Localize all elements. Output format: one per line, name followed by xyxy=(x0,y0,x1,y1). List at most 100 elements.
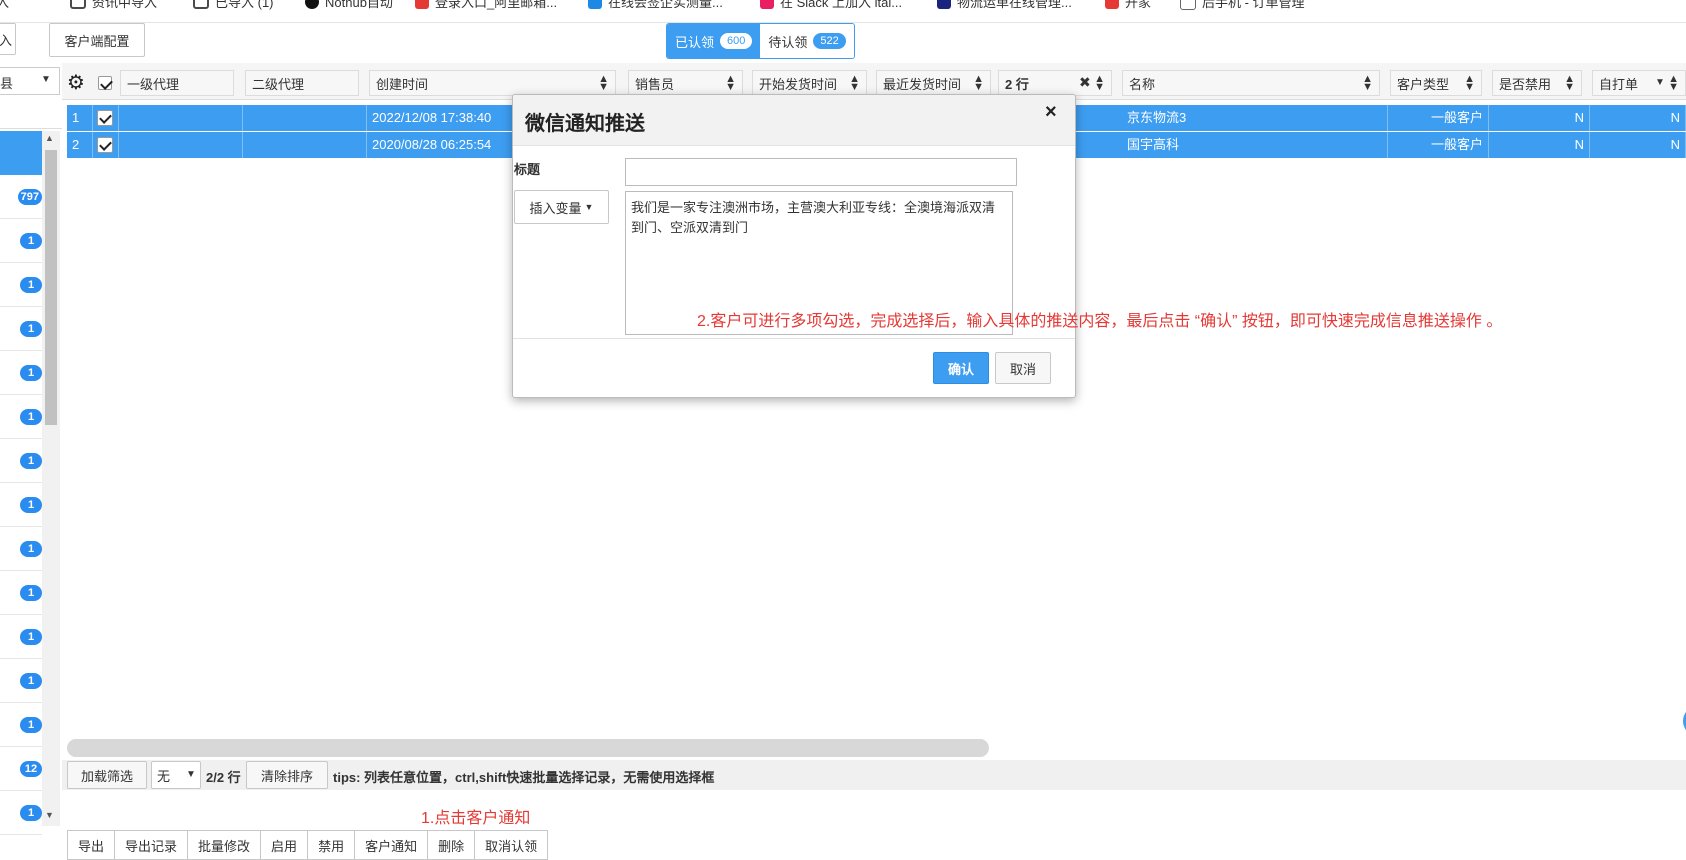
chevron-down-icon: ▼ xyxy=(41,74,51,85)
caret-down-icon: ▼ xyxy=(584,202,594,212)
row-index: 2 xyxy=(67,132,93,158)
left-scroll-thumb[interactable] xyxy=(45,150,57,425)
batch-edit-button[interactable]: 批量修改 xyxy=(187,830,261,860)
bookmark-item[interactable]: 在线会签企实测量... xyxy=(588,0,723,11)
folder-icon xyxy=(193,0,209,9)
sort-icon[interactable]: ▲ ▼ xyxy=(973,74,984,93)
sort-icon[interactable]: ▲ ▼ xyxy=(1464,74,1475,93)
bookmark-item[interactable]: 已导入 xyxy=(0,0,9,11)
cell-cust-type: 一般客户 xyxy=(1388,132,1489,158)
bookmark-item[interactable]: 已导入 (1) xyxy=(193,0,274,11)
left-list-item[interactable]: 797 xyxy=(0,175,42,219)
cell-name: 京东物流3 xyxy=(1122,105,1388,131)
sort-icon[interactable]: ▲ ▼ xyxy=(598,74,609,93)
left-item-selected[interactable] xyxy=(0,131,42,175)
bookmark-item[interactable]: 资讯中导入 xyxy=(70,0,157,11)
title-input[interactable] xyxy=(625,158,1017,186)
left-list-item[interactable]: 1 xyxy=(0,395,42,439)
left-list-item[interactable]: 1 xyxy=(0,703,42,747)
left-list-item[interactable]: 1 xyxy=(0,219,42,263)
clear-icon[interactable]: ✖ xyxy=(1079,74,1091,91)
left-list-item[interactable]: 1 xyxy=(0,791,42,835)
row-checkbox[interactable] xyxy=(93,105,119,131)
cancel-claim-button[interactable]: 取消认领 xyxy=(474,830,549,860)
bookmark-item[interactable]: 登录入口_阿里邮箱... xyxy=(415,0,557,11)
export-record-button[interactable]: 导出记录 xyxy=(114,830,188,860)
sort-icon[interactable]: ▲ ▼ xyxy=(1668,74,1679,93)
grid-horizontal-scrollbar[interactable] xyxy=(67,739,989,757)
sort-icon[interactable]: ▲ ▼ xyxy=(1362,74,1373,93)
scroll-up-icon[interactable]: ▲ xyxy=(45,133,54,143)
left-filter-row xyxy=(0,100,62,129)
cancel-button[interactable]: 取消 xyxy=(995,352,1051,384)
bookmark-item[interactable]: 后手机 - 订单管理 xyxy=(1180,0,1305,11)
sort-icon[interactable]: ▲ ▼ xyxy=(1094,74,1105,93)
col-rows-tag-header[interactable]: 2 行 ✖ ▲ ▼ xyxy=(998,70,1112,96)
confirm-button[interactable]: 确认 xyxy=(933,352,989,384)
clear-sort-button[interactable]: 清除排序 xyxy=(246,761,328,789)
col-created-header[interactable]: 创建时间 ▲ ▼ xyxy=(369,70,616,96)
left-list-item[interactable]: 1 xyxy=(0,483,42,527)
count-badge: 1 xyxy=(20,717,42,733)
left-select[interactable]: 县 ▼ xyxy=(0,67,60,95)
col-self-print-header[interactable]: 自打单 ▼ ▲ ▼ xyxy=(1592,70,1686,96)
wechat-notify-dialog: 微信通知推送 × 标题 插入变量 ▼ 我们是一家专注澳洲市场，主营澳大利亚专线：… xyxy=(512,94,1076,398)
mail-icon xyxy=(415,0,429,9)
action-bar: 导出 导出记录 批量修改 启用 禁用 客户通知 删除 取消认领 xyxy=(67,830,549,860)
left-list-item[interactable]: 1 xyxy=(0,263,42,307)
bookmark-item[interactable]: Nothub自动 xyxy=(305,0,393,11)
left-select-value: 县 xyxy=(0,76,14,91)
dialog-divider xyxy=(513,338,1075,339)
bookmark-item[interactable]: 开家 xyxy=(1105,0,1151,11)
insert-variable-button[interactable]: 插入变量 ▼ xyxy=(514,190,609,224)
tab-claimed[interactable]: 已认领 600 xyxy=(667,24,761,58)
col-start-ship-header[interactable]: 开始发货时间 ▲ ▼ xyxy=(752,70,867,96)
sort-icon[interactable]: ▲ ▼ xyxy=(849,74,860,93)
content-text: 我们是一家专注澳洲市场，主营澳大利亚专线：全澳境海派双清到门、空派双清到门 xyxy=(631,200,996,235)
chevron-down-icon: ▼ xyxy=(186,769,196,780)
export-button[interactable]: 导出 xyxy=(67,830,115,860)
client-config-button[interactable]: 客户端配置 xyxy=(49,23,145,57)
col-disabled-header[interactable]: 是否禁用 ▲ ▼ xyxy=(1492,70,1582,96)
col-sales-header[interactable]: 销售员 ▲ ▼ xyxy=(628,70,743,96)
count-badge: 1 xyxy=(20,321,42,337)
sort-icon[interactable]: ▲ ▼ xyxy=(725,74,736,93)
scroll-down-icon[interactable]: ▼ xyxy=(45,810,54,820)
filter-select[interactable]: 无 ▼ xyxy=(151,761,201,789)
row-checkbox[interactable] xyxy=(93,132,119,158)
count-badge: 1 xyxy=(20,409,42,425)
cell-agent2 xyxy=(243,132,367,158)
delete-button[interactable]: 删除 xyxy=(427,830,475,860)
cell-agent2 xyxy=(243,105,367,131)
cell-disabled: N xyxy=(1489,132,1590,158)
import-button[interactable]: 入 xyxy=(0,23,16,55)
left-list-item[interactable]: 1 xyxy=(0,439,42,483)
left-list-item[interactable]: 1 xyxy=(0,615,42,659)
tab-pending[interactable]: 待认领 522 xyxy=(760,24,854,58)
enable-button[interactable]: 启用 xyxy=(260,830,308,860)
left-list-item[interactable]: 12 xyxy=(0,747,42,791)
gear-icon[interactable]: ⚙ xyxy=(67,71,89,95)
col-agent2-header[interactable]: 二级代理 xyxy=(245,70,359,96)
col-name-header[interactable]: 名称 ▲ ▼ xyxy=(1122,70,1380,96)
left-list-item[interactable]: 1 xyxy=(0,307,42,351)
customer-notify-button[interactable]: 客户通知 xyxy=(354,830,428,860)
col-agent1-header[interactable]: 一级代理 xyxy=(120,70,234,96)
left-list-item[interactable]: 1 xyxy=(0,527,42,571)
bookmark-item[interactable]: 在 Slack 上加入 ital... xyxy=(760,0,902,11)
load-filter-button[interactable]: 加载筛选 xyxy=(67,761,147,789)
close-icon[interactable]: × xyxy=(1045,101,1057,124)
chevron-down-icon[interactable]: ▼ xyxy=(1655,77,1665,88)
left-list-item[interactable]: 1 xyxy=(0,659,42,703)
sort-icon[interactable]: ▲ ▼ xyxy=(1564,74,1575,93)
col-last-ship-header[interactable]: 最近发货时间 ▲ ▼ xyxy=(876,70,991,96)
left-list-item[interactable]: 1 xyxy=(0,571,42,615)
cell-agent1 xyxy=(119,132,243,158)
col-cust-type-header[interactable]: 客户类型 ▲ ▼ xyxy=(1390,70,1482,96)
disable-button[interactable]: 禁用 xyxy=(307,830,355,860)
select-all-checkbox[interactable] xyxy=(98,76,112,93)
left-list-item[interactable]: 1 xyxy=(0,351,42,395)
bookmark-item[interactable]: 物流运单在线管理... xyxy=(937,0,1072,11)
tab-pending-label: 待认领 xyxy=(768,34,808,50)
cell-self-print: N xyxy=(1590,132,1686,158)
